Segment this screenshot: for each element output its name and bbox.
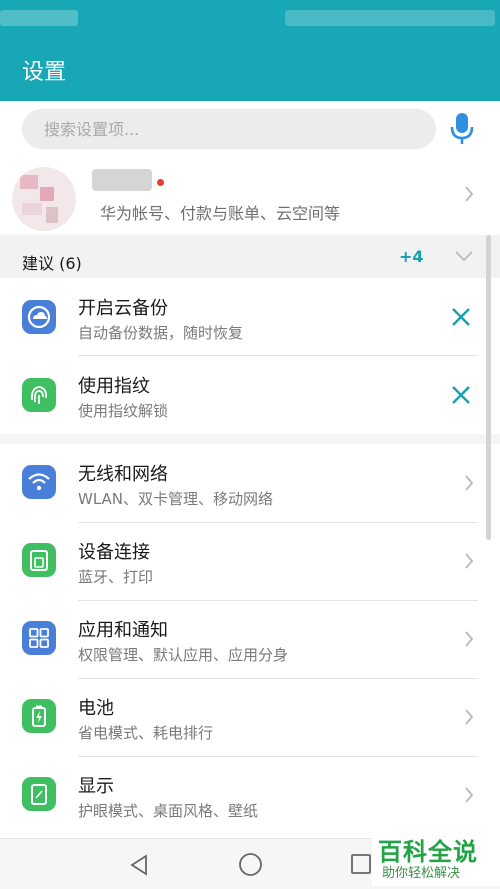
status-bar-icons-blurred [285, 10, 495, 26]
watermark-subtitle: 助你轻松解决 [382, 866, 461, 881]
suggestions-header[interactable]: 建议 (6) +4 [0, 235, 500, 278]
settings-item-display[interactable]: 显示 护眼模式、桌面风格、壁纸 [0, 756, 500, 834]
settings-item-wireless-network[interactable]: 无线和网络 WLAN、双卡管理、移动网络 [0, 444, 500, 522]
avatar [12, 167, 76, 231]
watermark: 百科全说 助你轻松解决 [372, 830, 500, 886]
close-icon[interactable] [450, 306, 472, 328]
settings-item-title: 电池 [78, 698, 114, 719]
settings-item-device-connection[interactable]: 设备连接 蓝牙、打印 [0, 522, 500, 600]
settings-item-title: 显示 [78, 776, 114, 797]
suggestion-subtitle: 使用指纹解锁 [78, 402, 169, 420]
settings-item-subtitle: 权限管理、默认应用、应用分身 [78, 646, 289, 664]
settings-item-title: 设备连接 [78, 542, 150, 563]
settings-item-subtitle: 省电模式、耗电排行 [78, 724, 214, 742]
chevron-right-icon [465, 787, 474, 803]
search-row [0, 101, 500, 157]
settings-item-subtitle: 护眼模式、桌面风格、壁纸 [78, 802, 259, 820]
page-title: 设置 [22, 60, 67, 85]
notification-dot [157, 179, 164, 186]
suggestion-item-cloud-backup[interactable]: 开启云备份 自动备份数据，随时恢复 [0, 278, 500, 356]
suggestion-title: 开启云备份 [78, 298, 168, 319]
chevron-right-icon [465, 475, 474, 491]
apps-icon [22, 621, 56, 655]
chevron-down-icon[interactable] [455, 250, 473, 262]
status-bar [0, 0, 500, 36]
suggestions-card: 开启云备份 自动备份数据，随时恢复 使用指纹 使用指纹解锁 [0, 278, 500, 434]
display-icon [22, 777, 56, 811]
back-icon[interactable] [128, 853, 150, 877]
suggestion-item-fingerprint[interactable]: 使用指纹 使用指纹解锁 [0, 356, 500, 434]
suggestion-subtitle: 自动备份数据，随时恢复 [78, 324, 244, 342]
device-connection-icon [22, 543, 56, 577]
close-icon[interactable] [450, 384, 472, 406]
battery-icon [22, 699, 56, 733]
account-name-blurred [92, 169, 152, 191]
account-row[interactable]: 华为帐号、付款与账单、云空间等 [0, 157, 500, 235]
fingerprint-icon [22, 378, 56, 412]
chevron-right-icon [465, 186, 474, 202]
status-bar-time-blurred [0, 10, 78, 26]
settings-item-apps-notifications[interactable]: 应用和通知 权限管理、默认应用、应用分身 [0, 600, 500, 678]
cloud-backup-icon [22, 300, 56, 334]
settings-item-title: 无线和网络 [78, 464, 168, 485]
suggestion-title: 使用指纹 [78, 376, 150, 397]
recent-apps-icon[interactable] [350, 853, 372, 875]
suggestions-more-count: +4 [399, 247, 424, 266]
settings-item-subtitle: WLAN、双卡管理、移动网络 [78, 490, 274, 508]
search-input[interactable] [22, 109, 436, 149]
settings-item-subtitle: 蓝牙、打印 [78, 568, 154, 586]
suggestions-title: 建议 (6) [22, 254, 82, 273]
chevron-right-icon [465, 709, 474, 725]
settings-list: 无线和网络 WLAN、双卡管理、移动网络 设备连接 蓝牙、打印 应用和通知 权限… [0, 444, 500, 838]
scrollbar[interactable] [486, 235, 491, 540]
account-subtitle: 华为帐号、付款与账单、云空间等 [100, 204, 341, 223]
chevron-right-icon [465, 631, 474, 647]
microphone-icon[interactable] [448, 111, 476, 147]
settings-item-battery[interactable]: 电池 省电模式、耗电排行 [0, 678, 500, 756]
wifi-icon [22, 465, 56, 499]
chevron-right-icon [465, 553, 474, 569]
search-box[interactable] [22, 109, 436, 149]
title-bar: 设置 [0, 0, 500, 101]
home-icon[interactable] [238, 852, 263, 877]
settings-item-title: 应用和通知 [78, 620, 168, 641]
